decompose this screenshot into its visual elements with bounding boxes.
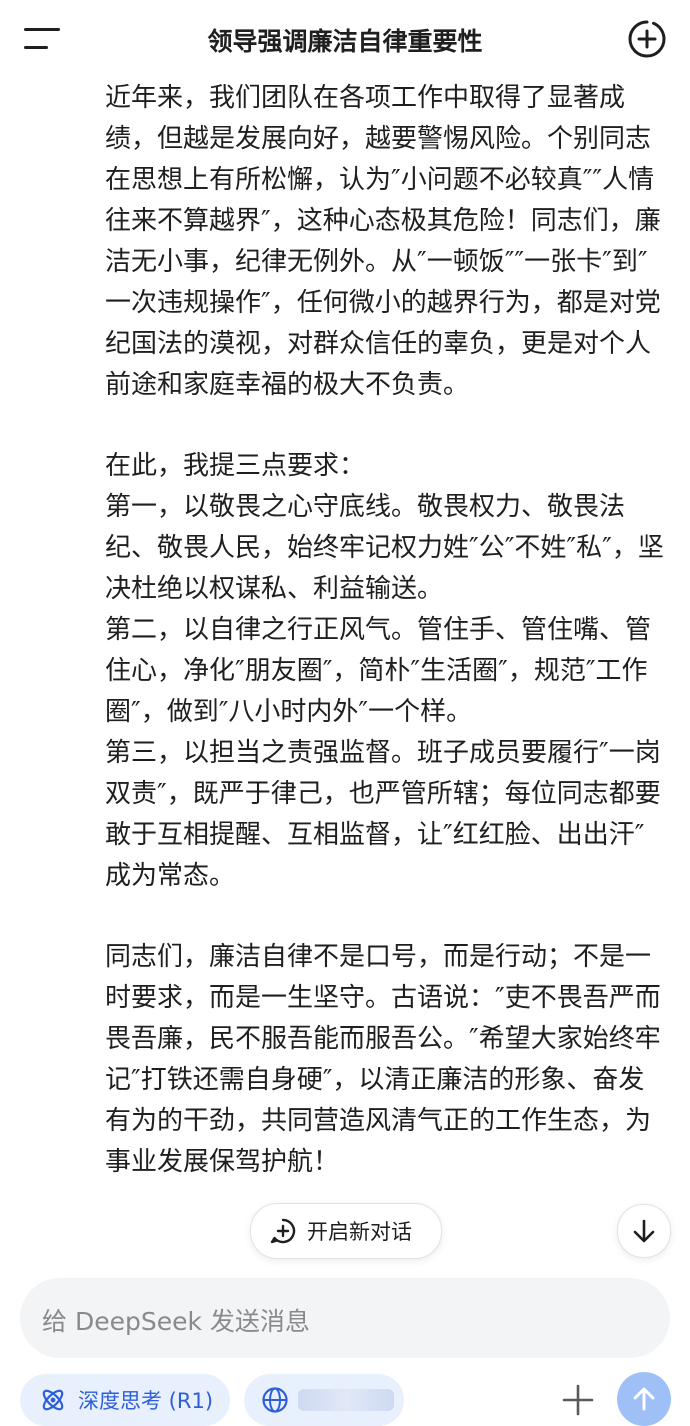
plus-circle-icon[interactable] [626,18,668,60]
attach-button[interactable] [558,1380,598,1420]
page-title: 领导强调廉洁自律重要性 [207,27,483,56]
message-body: 近年来，我们团队在各项工作中取得了显著成绩，但越是发展向好，越要警惕风险。个别同… [105,78,665,1258]
new-chat-button[interactable]: 开启新对话 [250,1203,442,1259]
message-input-placeholder: 给 DeepSeek 发送消息 [42,1307,310,1336]
message-paragraph: 在此，我提三点要求： 第一，以敬畏之心守底线。敬畏权力、敬畏法纪、敬畏人民，始终… [105,451,664,891]
arrow-up-icon [633,1387,655,1411]
atom-icon [42,1389,64,1411]
new-chat-label: 开启新对话 [307,1220,412,1244]
web-search-toggle[interactable] [244,1374,404,1426]
blurred-label [298,1389,394,1411]
plus-icon [562,1384,594,1416]
send-button[interactable] [617,1372,671,1426]
deep-think-toggle[interactable]: 深度思考 (R1) [20,1374,230,1426]
message-paragraph: 近年来，我们团队在各项工作中取得了显著成绩，但越是发展向好，越要警惕风险。个别同… [105,83,661,400]
message-paragraph: 同志们，廉洁自律不是口号，而是行动；不是一时要求，而是一生坚守。古语说：″吏不畏… [105,942,661,1177]
scroll-down-button[interactable] [617,1204,671,1258]
message-input[interactable]: 给 DeepSeek 发送消息 [20,1278,670,1358]
deep-think-label: 深度思考 (R1) [78,1389,214,1413]
top-bar: 领导强调廉洁自律重要性 [0,0,690,80]
arrow-down-icon [633,1219,655,1243]
chat-plus-icon [270,1218,296,1244]
globe-icon [262,1387,288,1413]
